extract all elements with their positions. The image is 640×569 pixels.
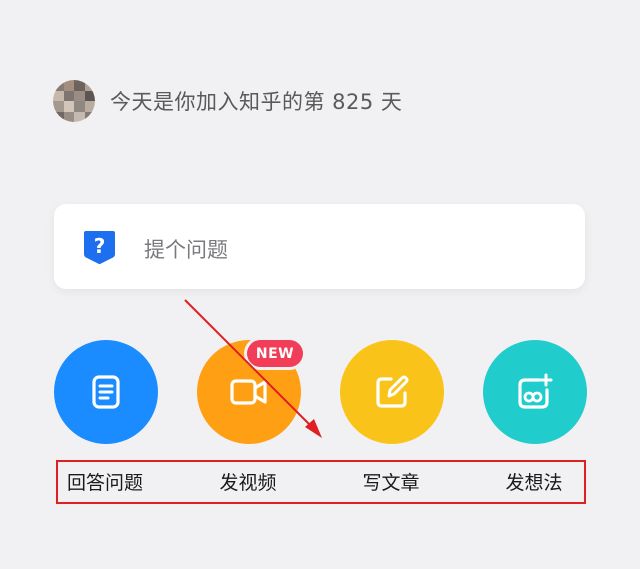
post-idea-button[interactable] — [483, 340, 587, 444]
membership-days-text: 今天是你加入知乎的第 825 天 — [110, 90, 403, 114]
question-shield-icon: ? — [84, 231, 115, 265]
new-badge: NEW — [247, 340, 303, 367]
ask-question-placeholder: 提个问题 — [144, 238, 228, 262]
annotation-highlight-box — [56, 460, 586, 504]
avatar[interactable] — [53, 80, 95, 122]
document-icon — [92, 375, 120, 409]
write-article-button[interactable] — [340, 340, 444, 444]
ask-question-card[interactable]: ? 提个问题 — [54, 204, 585, 289]
answer-question-button[interactable] — [54, 340, 158, 444]
image-add-icon — [518, 373, 553, 409]
svg-text:?: ? — [94, 234, 106, 258]
edit-pencil-icon — [376, 375, 409, 408]
video-camera-icon — [230, 379, 267, 405]
